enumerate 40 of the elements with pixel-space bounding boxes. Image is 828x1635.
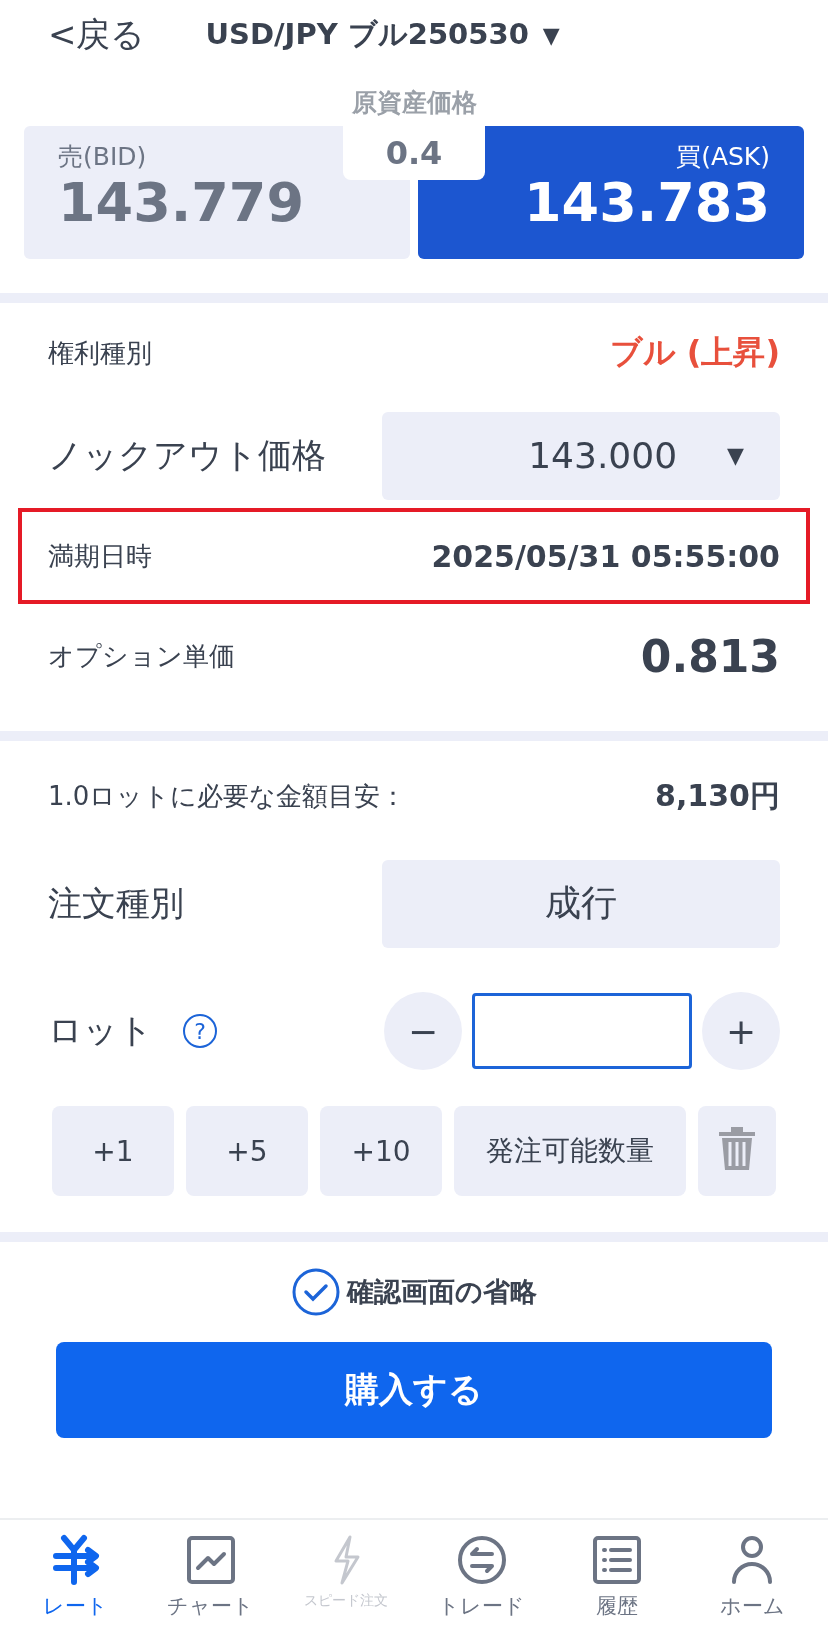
detail-value: 0.813 — [640, 631, 780, 682]
required-amount-value: 8,130円 — [655, 776, 780, 815]
quantity-button[interactable]: +1 — [52, 1106, 174, 1196]
nav-tab[interactable]: 履歴 — [551, 1520, 682, 1635]
decrease-button[interactable]: − — [384, 992, 462, 1070]
checkbox-label: 確認画面の省略 — [347, 1275, 537, 1309]
bid-price: 143.779 — [58, 173, 304, 233]
order-type-button[interactable]: 成行 — [382, 859, 780, 948]
ask-label: 買(ASK) — [676, 141, 770, 173]
detail-label: ノックアウト価格 — [48, 433, 326, 477]
knockout-price-select[interactable]: 143.000 ▼ — [382, 411, 780, 500]
detail-value: 2025/05/31 05:55:00 — [431, 538, 780, 574]
detail-label: オプション単価 — [48, 640, 235, 673]
quantity-button[interactable]: +10 — [320, 1106, 442, 1196]
nav-tab[interactable]: ホーム — [687, 1520, 818, 1635]
spread-value: 0.4 — [343, 126, 485, 180]
quantity-button[interactable]: +5 — [186, 1106, 308, 1196]
lot-input[interactable] — [472, 993, 692, 1069]
nav-tab[interactable]: トレード — [416, 1520, 547, 1635]
instrument-selector[interactable]: USD/JPY ブル250530 ▼ — [205, 15, 560, 55]
help-icon[interactable]: ? — [183, 1014, 217, 1048]
chart-icon — [185, 1534, 237, 1586]
detail-label: 権利種別 — [48, 336, 152, 370]
order-type-label: 注文種別 — [48, 881, 184, 925]
buy-button[interactable]: 購入する — [56, 1342, 772, 1438]
quantity-button[interactable]: 発注可能数量 — [454, 1106, 686, 1196]
nav-tab[interactable]: チャート — [146, 1520, 276, 1635]
list-icon — [590, 1534, 643, 1586]
checkbox[interactable] — [291, 1267, 341, 1317]
detail-label: 満期日時 — [48, 539, 152, 573]
nav-tab[interactable]: レート — [10, 1520, 141, 1635]
exchange-icon — [455, 1534, 508, 1586]
required-amount-label: 1.0ロットに必要な金額目安： — [48, 779, 407, 813]
detail-value: ブル (上昇) — [609, 332, 780, 373]
ask-price: 143.783 — [524, 173, 770, 233]
underlying-price-label: 原資産価格 — [351, 87, 477, 119]
lot-label: ロット — [48, 1009, 153, 1052]
increase-button[interactable]: + — [702, 992, 780, 1070]
back-link[interactable]: <戻る — [48, 12, 146, 58]
bid-label: 売(BID) — [58, 141, 147, 173]
